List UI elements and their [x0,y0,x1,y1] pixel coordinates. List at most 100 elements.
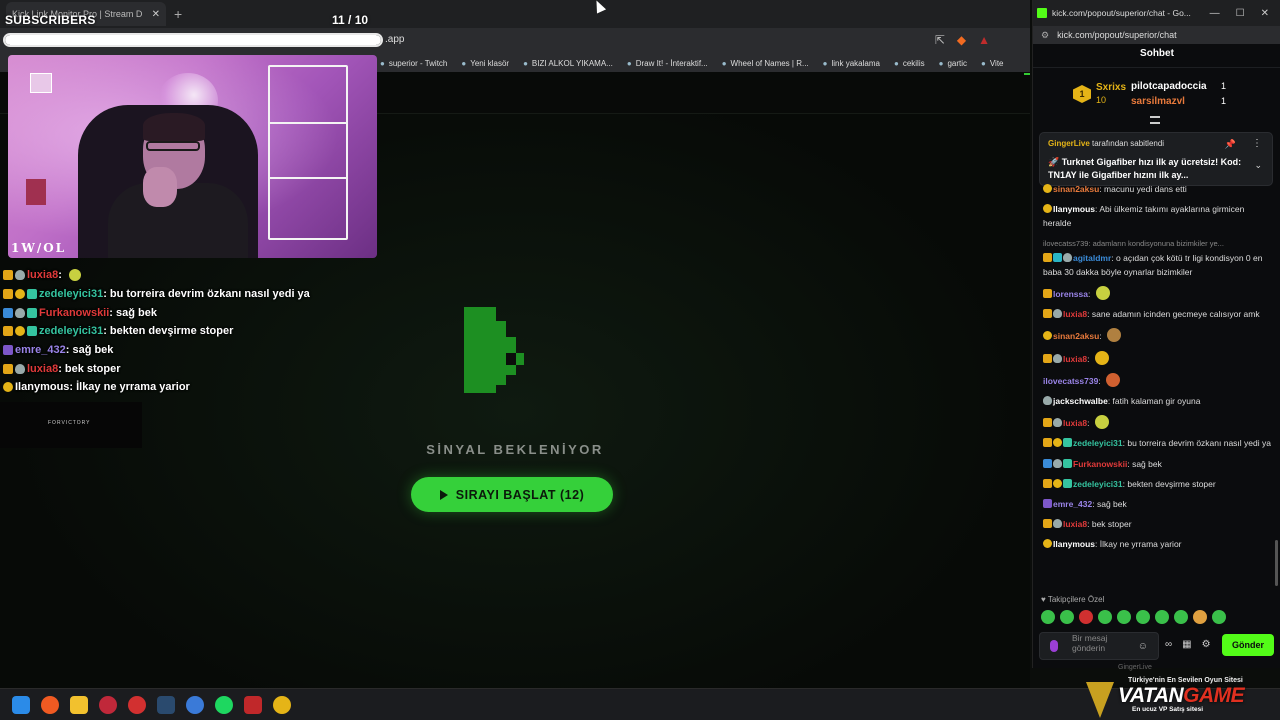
more-options-icon[interactable]: ⋮ [1252,138,1262,149]
emote-icon[interactable] [1060,610,1074,624]
chat-username[interactable]: agitaldmr [1073,253,1111,263]
badge-icon [1043,418,1052,428]
leader-second-name[interactable]: pilotcapadoccia [1131,81,1207,92]
message-input[interactable]: Bir mesaj gönderin ☺ [1039,632,1159,660]
badge-icon [1053,353,1062,363]
chat-username[interactable]: zedeleyici31 [1073,438,1123,448]
brand-name-a: VATAN [1118,684,1184,707]
badge-icon [15,307,25,318]
chat-username[interactable]: Furkanowskii [1073,459,1127,469]
emote-icon[interactable] [1117,610,1131,624]
reply-context: ilovecatss739: adamların kondisyonuna bi… [1043,238,1224,248]
bookmark-item[interactable]: ● superior - Twitch [380,59,447,68]
chat-scrollbar[interactable] [1275,540,1278,586]
pin-icon[interactable]: 📌 [1225,139,1236,150]
brave-shield-icon[interactable]: ◆ [957,33,966,47]
chrome-icon[interactable] [273,696,291,714]
steam-icon[interactable] [157,696,175,714]
emote-icon[interactable] [1136,610,1150,624]
app-red-icon[interactable] [128,696,146,714]
windows-start-icon[interactable] [12,696,30,714]
bookmark-item[interactable]: ● Draw It! - İnteraktif... [627,59,708,68]
brave-icon[interactable] [41,696,59,714]
close-icon[interactable]: ✕ [1261,8,1269,19]
bookmark-item[interactable]: ● Wheel of Names | R... [722,59,809,68]
start-queue-button[interactable]: SIRAYI BAŞLAT (12) [411,477,613,512]
cam-person-body [108,183,248,258]
bookmark-label: Draw It! - İnteraktif... [635,58,708,68]
chat-username[interactable]: Ilanymous [1053,204,1095,214]
emote-icon[interactable] [1098,610,1112,624]
send-button[interactable]: Gönder [1222,634,1274,656]
kick-url-bar[interactable]: ⚙ kick.com/popout/superior/chat [1033,26,1280,44]
chat-message: luxia8: [1043,350,1271,367]
cam-sign [26,179,46,205]
emote-icon[interactable] [1041,610,1055,624]
follower-only-label: ♥ Takipçilere Özel [1041,595,1105,604]
minimize-icon[interactable]: — [1210,8,1220,19]
emoji-icon[interactable]: ☺ [1138,641,1148,652]
chat-username[interactable]: luxia8 [1063,309,1087,319]
spotify-icon[interactable] [215,696,233,714]
badge-icon [27,307,37,318]
leader-third-name[interactable]: sarsilmazvl [1131,96,1185,107]
chat-username[interactable]: Ilanymous [1053,539,1095,549]
chat-username[interactable]: sinan2aksu [1053,184,1099,194]
emote-icon[interactable] [1212,610,1226,624]
bookmark-item[interactable]: ● BIZI ALKOL YIKAMA... [523,59,613,68]
bookmark-item[interactable]: ● Vite [981,59,1003,68]
emote-icon [1094,415,1109,430]
bookmark-item[interactable]: ● Yeni klasör [461,59,509,68]
badge-icon [27,289,37,300]
emote-icon[interactable] [1155,610,1169,624]
chat-username[interactable]: luxia8 [1063,418,1087,428]
chat-username[interactable]: luxia8 [1063,519,1087,529]
chat-message: jackschwalbe: fatih kalaman gir oyuna [1043,395,1271,409]
emote-bar [1041,610,1226,624]
pinned-message[interactable]: GingerLive tarafından sabitlendi 📌 ⋮ ⌄ 🚀… [1039,132,1273,186]
chevron-down-icon[interactable]: ⌄ [1254,160,1262,171]
chat-username[interactable]: sinan2aksu [1053,331,1099,341]
leader-first-name[interactable]: Sxrixs [1096,82,1126,93]
overlay-chat-username: emre_432 [15,344,66,357]
bookmark-item[interactable]: ● cekilis [894,59,925,68]
bookmark-item[interactable]: ● gartic [939,59,967,68]
badge-icon [15,270,25,281]
bookmark-label: gartic [947,58,967,68]
gear-icon[interactable]: ⚙ [1202,639,1211,650]
bookmark-item[interactable]: ● link yakalama [823,59,880,68]
share-icon[interactable]: ⇱ [935,33,945,47]
overlay-chat-line: Ilanymous: İlkay ne yrrama yarior [3,378,383,397]
chat-username[interactable]: luxia8 [1063,354,1087,364]
folder-icon[interactable] [70,696,88,714]
menu-icon[interactable] [1150,116,1160,124]
emote-icon[interactable] [1174,610,1188,624]
mic-icon[interactable] [1050,640,1058,652]
new-tab-icon[interactable]: + [174,6,182,22]
chat-username[interactable]: zedeleyici31 [1073,479,1123,489]
maximize-icon[interactable]: ☐ [1236,8,1245,19]
chat-message: Ilanymous: İlkay ne yrrama yarior [1043,538,1271,552]
app-pin-icon[interactable] [99,696,117,714]
bookmark-label: cekilis [902,58,925,68]
app-blue-icon[interactable] [186,696,204,714]
badge-icon [15,363,25,374]
chat-username[interactable]: lorenssa [1053,289,1088,299]
chat-message: agitaldmr: o açıdan çok kötü tr ligi kon… [1043,252,1271,279]
chat-username[interactable]: jackschwalbe [1053,396,1108,406]
overlay-chat-line: Furkanowskii: sağ bek [3,303,383,322]
store-icon[interactable]: ▦ [1182,639,1191,650]
emote-icon[interactable] [1193,610,1207,624]
close-icon[interactable]: ✕ [152,9,160,20]
infinity-icon[interactable]: ∞ [1165,639,1172,650]
overlay-chat-username: Furkanowskii [39,306,110,319]
chat-text: sane adamın icinden gecmeye calısıyor am… [1091,309,1260,320]
chat-message: Ilanymous: Abi ülkemiz takımı ayaklarına… [1043,203,1271,230]
app-mixer-icon[interactable] [244,696,262,714]
rewards-icon[interactable]: ▲ [978,33,990,47]
cam-logo: 1W/OL [11,241,67,255]
site-settings-icon[interactable]: ⚙ [1041,30,1049,41]
chat-username[interactable]: ilovecatss739 [1043,376,1098,386]
emote-icon[interactable] [1079,610,1093,624]
chat-username[interactable]: emre_432 [1053,499,1092,509]
